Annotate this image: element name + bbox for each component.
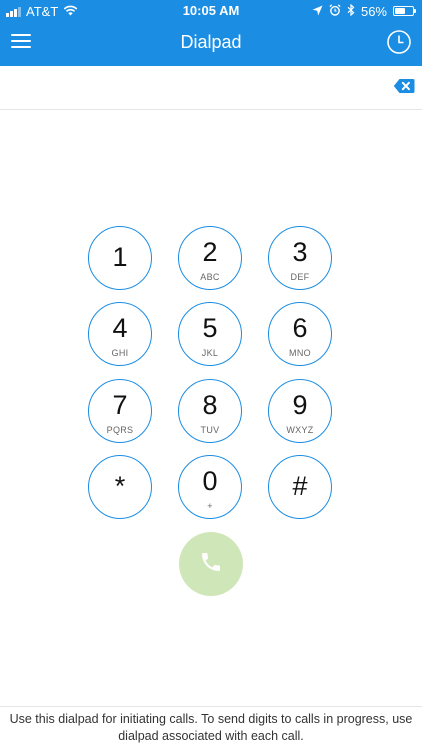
key-3[interactable]: 3 DEF xyxy=(268,226,332,290)
key-letters: DEF xyxy=(290,272,310,282)
keypad: 1 2 ABC 3 DEF 4 GHI 5 JKL 6 MNO 7 PQRS 8… xyxy=(88,226,334,520)
key-letters: JKL xyxy=(201,348,219,358)
key-digit: 2 xyxy=(202,237,218,267)
battery-percent: 56% xyxy=(360,3,387,19)
key-digit: * xyxy=(114,471,126,501)
key-digit: 4 xyxy=(112,313,128,343)
key-hash[interactable]: # xyxy=(268,455,332,519)
key-9[interactable]: 9 WXYZ xyxy=(268,379,332,443)
key-letters: PQRS xyxy=(106,425,134,435)
location-icon xyxy=(312,4,323,19)
key-1[interactable]: 1 xyxy=(88,226,152,290)
key-digit: 3 xyxy=(292,237,308,267)
bluetooth-icon xyxy=(347,3,355,19)
key-letters: GHI xyxy=(111,348,129,358)
status-right: 56% xyxy=(312,3,416,19)
clock-icon xyxy=(386,29,412,60)
key-star[interactable]: * xyxy=(88,455,152,519)
backspace-button[interactable] xyxy=(392,77,416,99)
phone-icon xyxy=(199,550,223,579)
battery-icon xyxy=(393,6,416,16)
key-letters: TUV xyxy=(200,425,220,435)
key-letters: ABC xyxy=(200,272,220,282)
key-6[interactable]: 6 MNO xyxy=(268,302,332,366)
key-digit: 0 xyxy=(202,466,218,496)
key-digit: 8 xyxy=(202,390,218,420)
key-2[interactable]: 2 ABC xyxy=(178,226,242,290)
backspace-icon xyxy=(393,78,415,99)
nav-bar: Dialpad xyxy=(0,22,422,66)
page-title: Dialpad xyxy=(180,32,242,52)
key-digit: 7 xyxy=(112,390,128,420)
dialpad-hint-text: Use this dialpad for initiating calls. T… xyxy=(0,706,422,750)
number-row xyxy=(0,66,422,110)
dialpad-screen: AT&T 10:05 AM 56% Dialpad 1 2 ABC 3 DEF … xyxy=(0,0,422,750)
key-8[interactable]: 8 TUV xyxy=(178,379,242,443)
key-digit: # xyxy=(292,471,308,501)
key-digit: 9 xyxy=(292,390,308,420)
key-digit: 6 xyxy=(292,313,308,343)
key-digit: 1 xyxy=(112,242,128,272)
key-letters: WXYZ xyxy=(286,425,314,435)
status-bar: AT&T 10:05 AM 56% xyxy=(0,0,422,22)
key-digit: 5 xyxy=(202,313,218,343)
key-letters: MNO xyxy=(289,348,311,358)
key-5[interactable]: 5 JKL xyxy=(178,302,242,366)
key-7[interactable]: 7 PQRS xyxy=(88,379,152,443)
call-button[interactable] xyxy=(179,532,243,596)
battery-level xyxy=(395,8,405,14)
call-history-button[interactable] xyxy=(384,29,414,59)
alarm-icon xyxy=(329,3,341,19)
key-0[interactable]: 0 + xyxy=(178,455,242,519)
key-4[interactable]: 4 GHI xyxy=(88,302,152,366)
phone-number-input[interactable] xyxy=(12,66,378,109)
key-letters: + xyxy=(207,501,213,511)
